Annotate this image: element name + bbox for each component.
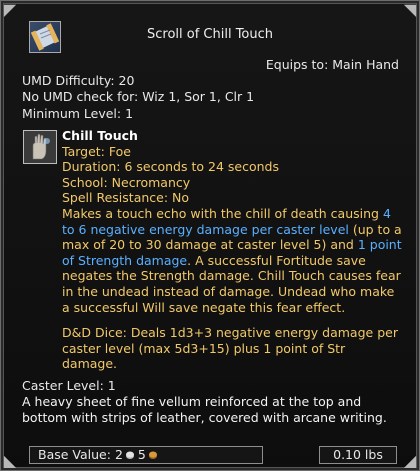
equips-to: Equips to: Main Hand [265, 57, 399, 72]
spell-school: School: Necromancy [62, 174, 191, 190]
umd-difficulty: UMD Difficulty: 20 [22, 73, 135, 88]
spell-target: Target: Foe [62, 143, 131, 159]
item-weight: 0.10 lbs [319, 446, 397, 464]
spell-duration: Duration: 6 seconds to 24 seconds [62, 159, 279, 175]
item-title: Scroll of Chill Touch [146, 27, 274, 42]
item-tooltip: ◤ ◥ ◣ ◢ Scroll of Chill Touch Equips to:… [0, 0, 420, 471]
copper-amount: 5 [137, 447, 146, 462]
spell-details: Chill Touch Target: Foe Duration: 6 seco… [62, 128, 402, 372]
corner-ornament-icon: ◥ [403, 0, 417, 19]
spell-description: Makes a touch echo with the chill of dea… [62, 206, 402, 315]
minimum-level: Minimum Level: 1 [22, 106, 134, 121]
base-value: Base Value: 25 [29, 446, 263, 464]
spell-desc-text: Makes a touch echo with the chill of dea… [62, 205, 383, 221]
base-value-label: Base Value: [38, 447, 115, 462]
tooltip-footer: Base Value: 25 0.10 lbs [11, 446, 407, 464]
spell-resistance: Spell Resistance: No [62, 190, 190, 206]
copper-coin-icon [148, 451, 157, 459]
no-umd-check: No UMD check for: Wiz 1, Sor 1, Clr 1 [22, 89, 255, 104]
tooltip-header: Scroll of Chill Touch [19, 9, 401, 57]
caster-level: Caster Level: 1 [22, 378, 116, 393]
chill-touch-hand-icon [23, 130, 57, 164]
flavor-text: A heavy sheet of fine vellum reinforced … [22, 394, 387, 425]
silver-amount: 2 [114, 447, 123, 462]
corner-ornament-icon: ◤ [3, 0, 17, 19]
spell-name: Chill Touch [62, 128, 138, 143]
dd-dice: D&D Dice: Deals 1d3+3 negative energy da… [62, 325, 398, 372]
silver-coin-icon [125, 451, 134, 459]
